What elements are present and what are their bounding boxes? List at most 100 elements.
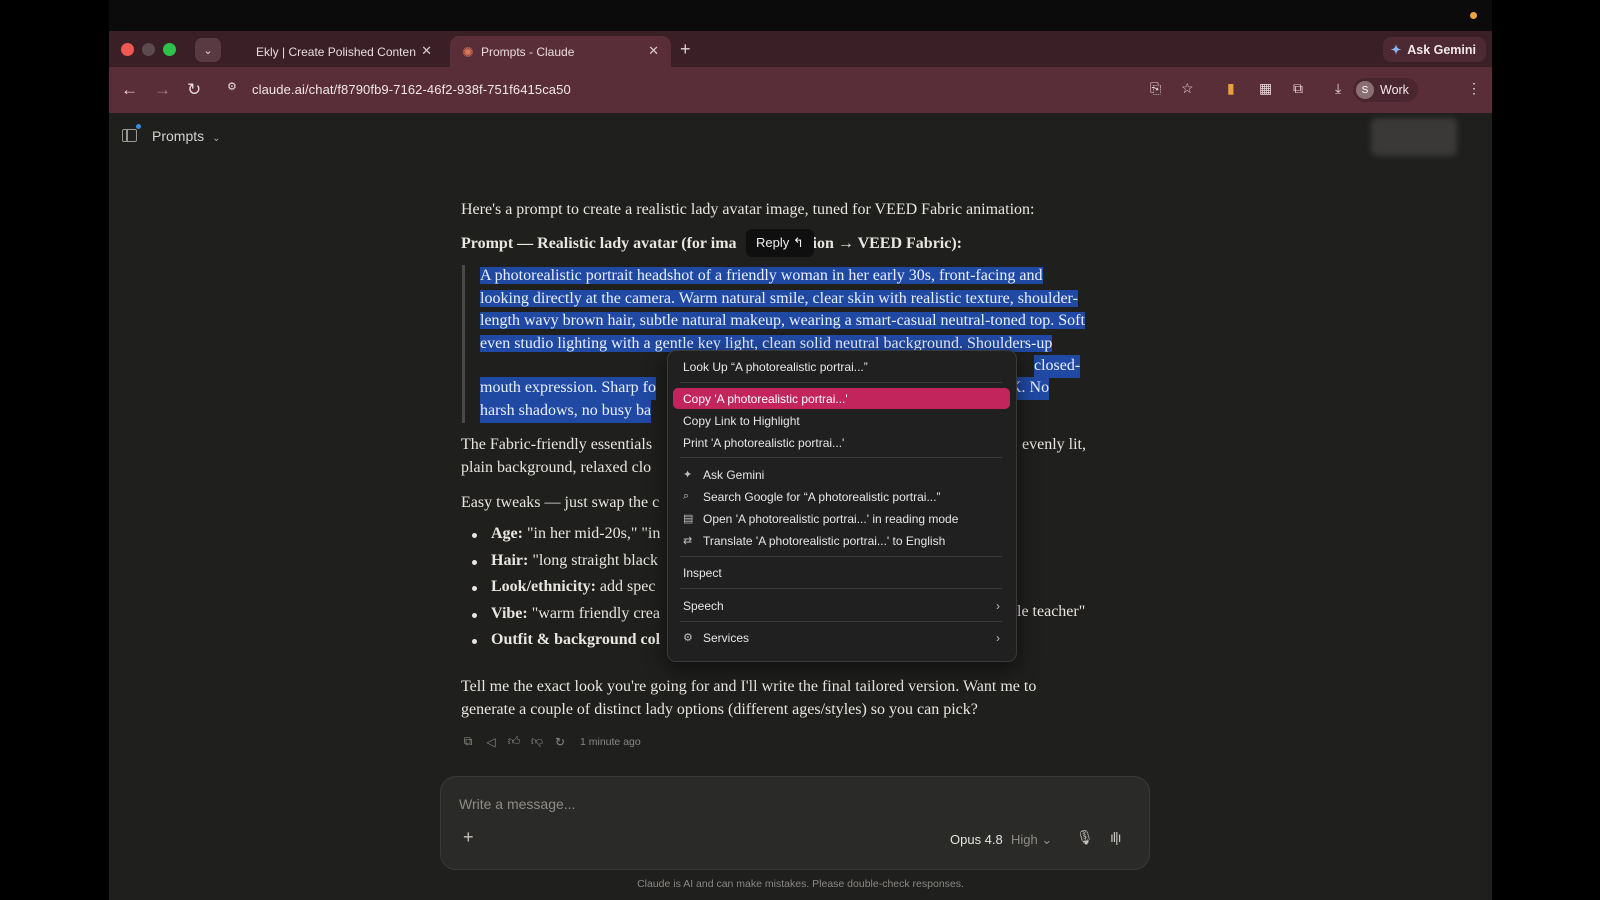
model-selector[interactable]: Opus 4.8 <box>950 832 1003 847</box>
search-icon: ⌕ <box>683 490 690 502</box>
reload-icon[interactable]: ↻ <box>187 80 201 100</box>
thumbs-up-icon[interactable]: 👍︎ <box>507 734 521 749</box>
context-menu: Look Up “A photorealistic portrai...” Co… <box>667 350 1017 662</box>
tab-title: Prompts - Claude <box>481 44 575 59</box>
bookmark-star-icon[interactable]: ☆ <box>1181 80 1194 97</box>
reply-button[interactable]: Reply ↰ <box>746 229 814 257</box>
add-attachment-icon[interactable]: + <box>463 827 474 848</box>
list-item: Hair: "long straight black <box>461 552 660 579</box>
forward-arrow-icon[interactable]: → <box>154 80 171 100</box>
quote-bar <box>462 265 465 423</box>
quote-line-left: mouth expression. Sharp fo <box>480 377 656 400</box>
message-composer: Write a message... + Opus 4.8 High ⌄ 🎙︎ … <box>440 776 1150 870</box>
mac-menu-bar <box>109 0 1492 31</box>
window-minimize-button[interactable] <box>142 43 155 56</box>
ask-gemini-button[interactable]: ✦ Ask Gemini <box>1382 37 1486 62</box>
prompt-blockquote: A photorealistic portrait headshot of a … <box>480 265 1090 423</box>
extension-icon[interactable]: ▦ <box>1259 80 1272 97</box>
screen: ⌄ Ekly | Create Polished Conten ✕ ✺ Prom… <box>109 0 1492 900</box>
services-icon: ⚙ <box>683 632 693 644</box>
tab-search-button[interactable]: ⌄ <box>195 38 221 62</box>
effort-selector[interactable]: High ⌄ <box>1011 832 1052 848</box>
menu-item-services[interactable]: ⚙ Services › <box>673 627 1010 648</box>
retry-icon[interactable]: ↻ <box>553 735 567 749</box>
more-menu-icon[interactable]: ⋮ <box>1467 80 1481 97</box>
install-app-icon[interactable]: ⎘ <box>1150 80 1161 97</box>
menu-item-translate[interactable]: ⇄ Translate 'A photorealistic portrai...'… <box>673 530 1010 551</box>
menu-separator <box>680 588 1002 589</box>
gemini-sparkle-icon: ✦ <box>1390 43 1402 57</box>
download-icon[interactable]: ⤓ <box>1335 80 1341 97</box>
menu-separator <box>680 382 1002 383</box>
essentials-paragraph-line2: plain background, relaxed clo <box>461 459 652 476</box>
translate-icon: ⇄ <box>683 535 693 547</box>
prompt-heading: Prompt — Realistic lady avatar (for ima i… <box>461 233 962 256</box>
quote-line-left: harsh shadows, no busy ba <box>480 400 652 423</box>
extensions-puzzle-icon[interactable]: ⧉ <box>1293 80 1303 97</box>
claude-favicon-icon: ✺ <box>462 44 474 60</box>
list-item: Age: "in her mid-20s," "in <box>461 525 660 552</box>
menu-item-reading-mode[interactable]: ▤ Open 'A photorealistic portrai...' in r… <box>673 508 1010 529</box>
speaker-icon[interactable]: ◁ <box>484 735 498 749</box>
new-tab-button[interactable]: + <box>680 39 691 60</box>
back-arrow-icon[interactable]: ← <box>121 80 138 100</box>
list-item: Vibe: "warm friendly crea <box>461 605 660 632</box>
blurred-area <box>1371 118 1457 156</box>
message-actions: ⧉ ◁ 👍︎ 👎︎ ↻ 1 minute ago <box>461 734 641 749</box>
menu-item-search-google[interactable]: ⌕ Search Google for “A photorealistic por… <box>673 486 1010 507</box>
gemini-sparkle-icon: ✦ <box>683 469 693 481</box>
vibe-bullet-right: le teacher" <box>1017 603 1086 620</box>
site-settings-icon[interactable]: ⚙ <box>227 80 243 96</box>
project-name: Prompts <box>152 128 205 144</box>
tab-close-icon[interactable]: ✕ <box>648 43 659 59</box>
menu-item-inspect[interactable]: Inspect <box>673 562 1010 583</box>
thumbs-down-icon[interactable]: 👎︎ <box>530 734 544 749</box>
ask-gemini-label: Ask Gemini <box>1407 42 1476 57</box>
copy-icon[interactable]: ⧉ <box>461 734 475 749</box>
window-close-button[interactable] <box>121 43 134 56</box>
chevron-right-icon: › <box>996 598 1000 613</box>
tweaks-intro: Easy tweaks — just swap the c <box>461 494 660 511</box>
url-text: claude.ai/chat/f8790fb9-7162-46f2-938f-7… <box>252 82 571 97</box>
message-timestamp: 1 minute ago <box>580 735 641 748</box>
microphone-icon[interactable]: 🎙︎ <box>1076 829 1094 846</box>
menu-item-print[interactable]: Print 'A photorealistic portrai...' <box>673 432 1010 453</box>
menu-item-look-up[interactable]: Look Up “A photorealistic portrai...” <box>673 356 1010 377</box>
menu-item-copy-link[interactable]: Copy Link to Highlight <box>673 410 1010 431</box>
tab-prompts-claude[interactable]: ✺ Prompts - Claude ✕ <box>450 36 671 67</box>
prompt-heading-left: Prompt — Realistic lady avatar (for ima <box>461 235 737 252</box>
menu-item-copy[interactable]: Copy 'A photorealistic portrai...' <box>673 388 1010 409</box>
essentials-paragraph-right: evenly lit, <box>1022 436 1086 453</box>
prompt-heading-right: ion → VEED Fabric): <box>812 235 962 252</box>
tab-title: Ekly | Create Polished Conten <box>256 44 416 59</box>
notification-dot <box>136 124 141 129</box>
profile-button[interactable]: S Work <box>1353 78 1418 102</box>
browser-toolbar: ← → ↻ ⚙ claude.ai/chat/f8790fb9-7162-46f… <box>109 67 1492 113</box>
list-item: Look/ethnicity: add spec <box>461 578 660 605</box>
browser-tab-strip: ⌄ Ekly | Create Polished Conten ✕ ✺ Prom… <box>109 31 1492 67</box>
menu-item-ask-gemini[interactable]: ✦ Ask Gemini <box>673 464 1010 485</box>
avatar: S <box>1356 81 1374 99</box>
reading-mode-icon: ▤ <box>683 513 694 525</box>
menu-separator <box>680 556 1002 557</box>
address-bar[interactable]: ⚙ claude.ai/chat/f8790fb9-7162-46f2-938f… <box>223 75 1195 105</box>
tweaks-list: Age: "in her mid-20s," "in Hair: "long s… <box>461 525 660 658</box>
list-item: Outfit & background col <box>461 631 660 658</box>
recording-indicator <box>1470 12 1477 19</box>
chevron-right-icon: › <box>996 630 1000 645</box>
sidebar-toggle-icon[interactable] <box>122 129 137 142</box>
extension-figma-icon[interactable]: ▮ <box>1227 80 1235 97</box>
voice-mode-icon[interactable]: ıl|ı <box>1110 829 1121 845</box>
menu-item-speech[interactable]: Speech › <box>673 595 1010 616</box>
profile-name: Work <box>1380 83 1409 97</box>
disclaimer: Claude is AI and can make mistakes. Plea… <box>637 878 964 890</box>
message-input[interactable]: Write a message... <box>459 796 575 812</box>
quote-line-right: closed- <box>1034 355 1081 378</box>
intro-text: Here's a prompt to create a realistic la… <box>461 201 1035 218</box>
selected-text: A photorealistic portrait headshot of a … <box>480 267 1085 352</box>
tab-close-icon[interactable]: ✕ <box>421 43 432 59</box>
project-selector[interactable]: Prompts ⌄ <box>152 128 221 144</box>
menu-separator <box>680 621 1002 622</box>
menu-separator <box>680 457 1002 458</box>
window-zoom-button[interactable] <box>163 43 176 56</box>
